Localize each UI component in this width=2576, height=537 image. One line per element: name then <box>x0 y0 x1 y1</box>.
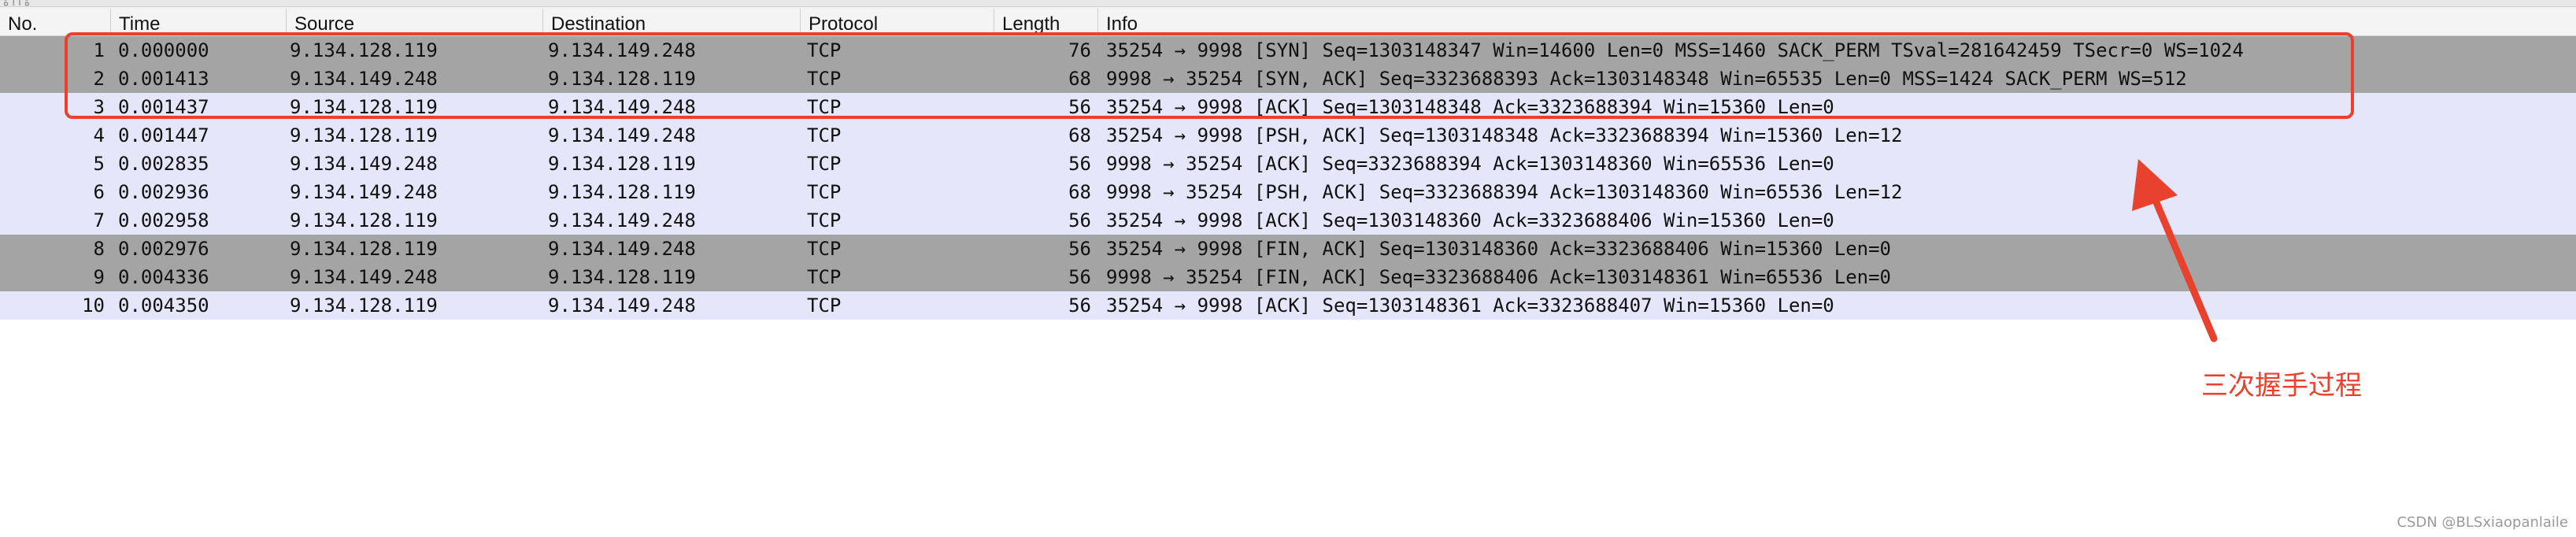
watermark: CSDN @BLSxiaopanlaile <box>2396 514 2568 531</box>
handshake-annotation-label: 三次握手过程 <box>2201 370 2362 402</box>
annotation-arrow-icon <box>2132 159 2218 343</box>
